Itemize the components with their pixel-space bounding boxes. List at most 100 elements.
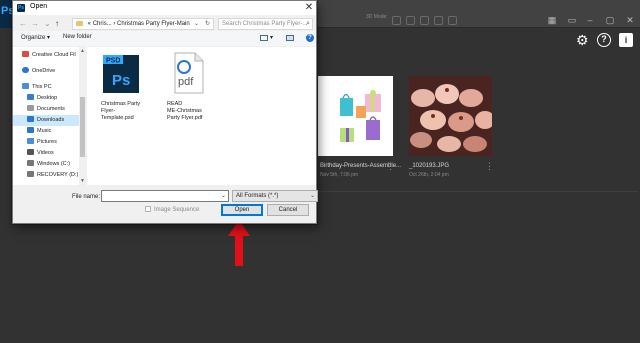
nav-item-music[interactable]: Music <box>13 126 81 137</box>
minimize-icon[interactable]: – <box>584 14 596 26</box>
nav-item-recovery-d[interactable]: RECOVERY (D:) <box>13 170 81 181</box>
nav-item-downloads[interactable]: Downloads <box>13 115 81 126</box>
nav-item-creative-cloud[interactable]: Creative Cloud Fil <box>13 50 81 61</box>
scale-3d-icon[interactable] <box>448 16 457 25</box>
creative-cloud-icon <box>22 51 29 57</box>
file-item-psd[interactable]: PSD Ps Christmas Party Flyer- Template.p… <box>97 51 145 183</box>
file-name-input[interactable]: ⌄ <box>101 190 229 202</box>
search-placeholder: Search Christmas Party Flyer-... <box>222 21 308 27</box>
nav-item-label: Music <box>37 128 52 134</box>
address-prefix: « <box>87 21 92 27</box>
breadcrumb-separator: › <box>113 21 116 27</box>
info-icon[interactable]: i <box>619 33 633 47</box>
red-arrow-annotation <box>228 220 250 266</box>
close-icon[interactable]: ✕ <box>624 14 636 26</box>
onedrive-icon <box>22 67 29 73</box>
dialog-titlebar[interactable]: Ps Open ✕ <box>13 1 316 15</box>
svg-text:Ps: Ps <box>112 72 130 89</box>
view-dropdown-icon[interactable]: ▾ <box>270 34 273 41</box>
3d-mode-label: 3D Mode: <box>366 14 388 20</box>
forward-arrow-icon[interactable]: → <box>31 19 39 29</box>
nav-item-videos[interactable]: Videos <box>13 148 81 159</box>
rotate-3d-icon[interactable] <box>392 16 401 25</box>
slide-3d-icon[interactable] <box>434 16 443 25</box>
arrange-icon[interactable]: ▦ <box>546 14 558 26</box>
dialog-close-button[interactable]: ✕ <box>302 1 316 15</box>
new-folder-button[interactable]: New folder <box>63 34 92 40</box>
address-bar[interactable]: « Chris... › Christmas Party Flyer-Main … <box>72 18 214 30</box>
nav-item-label: Downloads <box>37 117 65 123</box>
this-pc-icon <box>22 83 29 89</box>
nav-item-pictures[interactable]: Pictures <box>13 137 81 148</box>
thumbnail-1-more-icon[interactable]: ⋮ <box>386 162 395 171</box>
up-folder-icon[interactable]: ↑ <box>55 19 59 29</box>
settings-gear-icon[interactable]: ⚙ <box>576 33 590 47</box>
open-dialog: Ps Open ✕ ← → ⌄ ↑ « Chris... › Christmas… <box>12 0 318 224</box>
file-name-label: File name: <box>72 194 101 200</box>
nav-item-label: Desktop <box>37 95 58 101</box>
thumbnail-1-date: Nov 5th, 7:06 pm <box>320 172 359 178</box>
open-button[interactable]: Open <box>221 204 263 216</box>
dialog-help-icon[interactable]: ? <box>306 34 314 42</box>
preview-pane-icon[interactable] <box>286 35 294 41</box>
change-view-icon[interactable] <box>260 35 268 41</box>
breadcrumb-current-folder[interactable]: Christmas Party Flyer-Main <box>117 21 190 27</box>
thumbnail-2-name: _1020193.JPG <box>409 163 450 169</box>
dialog-title: Open <box>30 3 48 10</box>
nav-item-documents[interactable]: Documents <box>13 104 81 115</box>
refresh-icon[interactable]: ↻ <box>205 19 210 29</box>
documents-icon <box>27 105 34 111</box>
nav-item-label: Pictures <box>37 139 57 145</box>
desktop-icon <box>27 94 34 100</box>
videos-icon <box>27 149 34 155</box>
thumbnail-birthday-presents[interactable] <box>318 76 393 156</box>
nav-scroll-thumb[interactable] <box>80 97 85 157</box>
breadcrumb-chris[interactable]: Chris... <box>93 21 112 27</box>
downloads-icon <box>27 116 34 122</box>
format-dropdown-icon: ⌄ <box>309 193 315 199</box>
cancel-button[interactable]: Cancel <box>267 204 309 216</box>
cupcakes-image <box>409 76 492 156</box>
workspace-icon[interactable]: ▭ <box>566 14 578 26</box>
nav-item-this-pc[interactable]: This PC <box>13 82 81 93</box>
nav-item-label: Documents <box>37 106 65 112</box>
pictures-icon <box>27 138 34 144</box>
presents-image <box>340 90 381 142</box>
nav-item-onedrive[interactable]: OneDrive <box>13 66 81 77</box>
nav-item-label: Videos <box>37 150 54 156</box>
recent-files-divider <box>318 191 638 192</box>
nav-item-desktop[interactable]: Desktop <box>13 93 81 104</box>
navigation-pane: Creative Cloud Fil OneDrive This PC Desk… <box>13 47 86 185</box>
drive-icon <box>27 171 34 177</box>
svg-text:PSD: PSD <box>106 58 120 65</box>
thumbnail-2-date: Oct 26th, 2:04 pm <box>409 172 449 178</box>
back-arrow-icon[interactable]: ← <box>19 19 27 29</box>
file-name-dropdown-icon[interactable]: ⌄ <box>221 191 226 201</box>
maximize-icon[interactable]: ▢ <box>604 14 616 26</box>
search-input[interactable]: Search Christmas Party Flyer-... ⌕ <box>218 18 313 30</box>
file-format-value: All Formats (*.*) <box>236 193 279 199</box>
pdf-file-icon: pdf <box>174 52 204 94</box>
nav-item-label: Creative Cloud Fil <box>32 52 76 58</box>
thumbnail-2-more-icon[interactable]: ⋮ <box>485 162 494 171</box>
drag-3d-icon[interactable] <box>420 16 429 25</box>
address-dropdown-icon[interactable]: ⌄ <box>194 19 199 29</box>
file-format-select[interactable]: All Formats (*.*) ⌄ <box>232 190 318 202</box>
nav-item-label: RECOVERY (D:) <box>37 172 79 178</box>
checkbox-icon <box>145 206 151 212</box>
search-icon: ⌕ <box>306 20 310 27</box>
command-bar: Organize ▾ New folder ▾ ? <box>13 31 316 46</box>
roll-3d-icon[interactable] <box>406 16 415 25</box>
image-sequence-checkbox[interactable]: Image Sequence <box>145 206 199 213</box>
nav-item-windows-c[interactable]: Windows (C:) <box>13 159 81 170</box>
recent-locations-chevron-icon[interactable]: ⌄ <box>44 19 51 29</box>
file-list: PSD Ps Christmas Party Flyer- Template.p… <box>87 47 316 185</box>
scroll-down-icon[interactable]: ▼ <box>80 178 85 184</box>
thumbnail-1020193[interactable] <box>409 76 492 156</box>
music-icon <box>27 127 34 133</box>
organize-button[interactable]: Organize ▾ <box>21 34 50 41</box>
file-name-psd: Christmas Party Flyer- Template.psd <box>101 101 141 121</box>
help-icon[interactable]: ? <box>597 33 611 47</box>
file-item-pdf[interactable]: pdf READ ME-Christmas Party Flyer.pdf <box>163 51 211 183</box>
scroll-up-icon[interactable]: ▲ <box>80 48 85 54</box>
